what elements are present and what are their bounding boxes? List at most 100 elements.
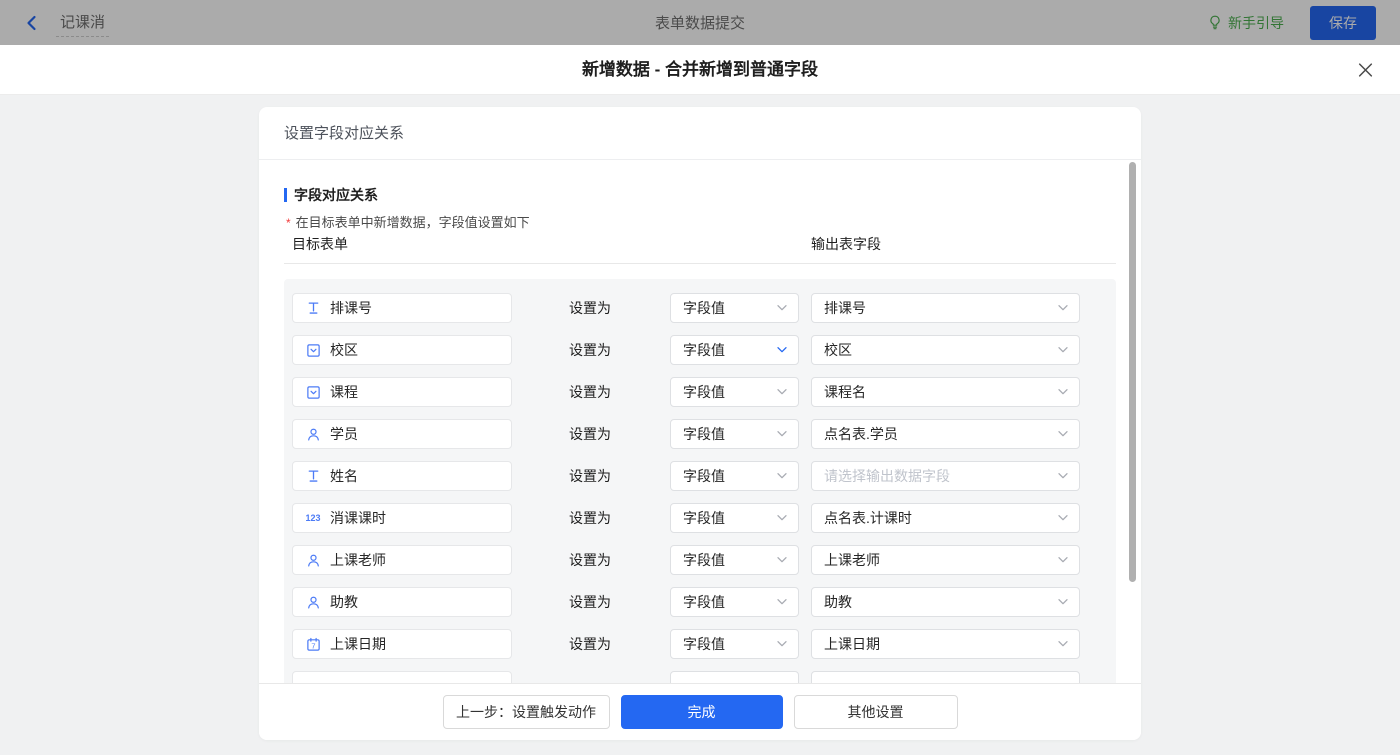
action-label: 设置为 bbox=[569, 634, 611, 654]
action-label: 设置为 bbox=[569, 424, 611, 444]
value-type-select[interactable]: 字段值 bbox=[670, 545, 799, 575]
column-headers: 目标表单 输出表字段 bbox=[284, 231, 1116, 264]
field-label: 校区 bbox=[330, 340, 358, 360]
mapping-row: 排课号 设置为 字段值 排课号 bbox=[292, 293, 1116, 323]
field-label: 消课课时 bbox=[330, 508, 386, 528]
output-field-select[interactable]: 课程名 bbox=[811, 377, 1080, 407]
lightbulb-icon bbox=[1208, 15, 1222, 30]
beginner-guide-link[interactable]: 新手引导 bbox=[1208, 13, 1284, 33]
mapping-row: 123 消课课时 设置为 字段值 点名表.计课时 bbox=[292, 503, 1116, 533]
target-field-box: 学员 bbox=[292, 419, 512, 449]
output-field-label: 点名表.学员 bbox=[824, 424, 898, 444]
close-icon[interactable] bbox=[1357, 61, 1374, 78]
chevron-left-icon bbox=[24, 15, 38, 31]
text-icon bbox=[304, 468, 322, 484]
action-label: 设置为 bbox=[569, 550, 611, 570]
calendar-icon: 7 bbox=[304, 637, 322, 652]
output-field-select[interactable]: 排课号 bbox=[811, 293, 1080, 323]
target-field-box: 上课老师 bbox=[292, 545, 512, 575]
output-field-label: 点名表.计课时 bbox=[824, 508, 912, 528]
user-icon bbox=[304, 553, 322, 568]
chevron-down-icon bbox=[777, 641, 787, 648]
select-icon bbox=[304, 343, 322, 358]
value-type-select[interactable]: 字段值 bbox=[670, 419, 799, 449]
value-type-select[interactable]: 字段值 bbox=[670, 629, 799, 659]
scrollbar-thumb[interactable] bbox=[1129, 162, 1136, 582]
done-button[interactable]: 完成 bbox=[621, 695, 783, 729]
value-type-label: 字段值 bbox=[683, 466, 725, 486]
user-icon bbox=[304, 595, 322, 610]
output-field-select[interactable]: 请选择输出数据字段 bbox=[811, 461, 1080, 491]
value-type-select[interactable]: 字段值 bbox=[670, 461, 799, 491]
target-field-box: 排课号 bbox=[292, 293, 512, 323]
section-title: 字段对应关系 bbox=[294, 185, 378, 205]
output-field-select[interactable]: 上课日期 bbox=[811, 629, 1080, 659]
output-field-select[interactable]: 上课老师 bbox=[811, 545, 1080, 575]
value-type-label: 字段值 bbox=[683, 340, 725, 360]
flow-name[interactable]: 记课消 bbox=[56, 9, 109, 37]
chevron-down-icon bbox=[1058, 515, 1068, 522]
chevron-down-icon bbox=[777, 347, 787, 354]
save-button[interactable]: 保存 bbox=[1310, 6, 1376, 40]
target-field-box: 7 上课日期 bbox=[292, 629, 512, 659]
output-field-select[interactable]: 校区 bbox=[811, 335, 1080, 365]
svg-text:7: 7 bbox=[311, 641, 315, 650]
action-label: 设置为 bbox=[569, 382, 611, 402]
field-label: 排课号 bbox=[330, 298, 372, 318]
target-field-box bbox=[292, 671, 512, 683]
output-field-select[interactable]: 点名表.计课时 bbox=[811, 503, 1080, 533]
target-field-box: 123 消课课时 bbox=[292, 503, 512, 533]
field-label: 上课老师 bbox=[330, 550, 386, 570]
mapping-row: 姓名 设置为 字段值 请选择输出数据字段 bbox=[292, 461, 1116, 491]
user-icon bbox=[304, 427, 322, 442]
column-header-target-form: 目标表单 bbox=[292, 234, 348, 254]
back-button[interactable] bbox=[24, 15, 38, 31]
section-note-text: 在目标表单中新增数据，字段值设置如下 bbox=[296, 215, 530, 230]
number-icon: 123 bbox=[304, 513, 322, 523]
mapping-row: 学员 设置为 字段值 点名表.学员 bbox=[292, 419, 1116, 449]
value-type-select[interactable]: 字段值 bbox=[670, 377, 799, 407]
output-field-select[interactable] bbox=[811, 671, 1080, 683]
target-field-box: 校区 bbox=[292, 335, 512, 365]
value-type-label: 字段值 bbox=[683, 550, 725, 570]
target-field-box: 姓名 bbox=[292, 461, 512, 491]
panel-header: 设置字段对应关系 bbox=[259, 107, 1141, 160]
output-field-select[interactable]: 点名表.学员 bbox=[811, 419, 1080, 449]
chevron-down-icon bbox=[777, 473, 787, 480]
chevron-down-icon bbox=[777, 557, 787, 564]
value-type-select[interactable]: 字段值 bbox=[670, 587, 799, 617]
value-type-select[interactable] bbox=[670, 671, 799, 683]
chevron-down-icon bbox=[1058, 305, 1068, 312]
app-header: 记课消 表单数据提交 新手引导 保存 bbox=[0, 0, 1400, 45]
value-type-select[interactable]: 字段值 bbox=[670, 293, 799, 323]
mapping-row: 上课老师 设置为 字段值 上课老师 bbox=[292, 545, 1116, 575]
chevron-down-icon bbox=[1058, 599, 1068, 606]
output-field-label: 助教 bbox=[824, 592, 852, 612]
action-label: 设置为 bbox=[569, 508, 611, 528]
chevron-down-icon bbox=[777, 389, 787, 396]
target-field-box: 课程 bbox=[292, 377, 512, 407]
value-type-label: 字段值 bbox=[683, 634, 725, 654]
chevron-down-icon bbox=[777, 305, 787, 312]
value-type-select[interactable]: 字段值 bbox=[670, 335, 799, 365]
field-label: 上课日期 bbox=[330, 634, 386, 654]
column-header-output-fields: 输出表字段 bbox=[811, 234, 881, 254]
chevron-down-icon bbox=[777, 599, 787, 606]
field-mapping-panel: 设置字段对应关系 字段对应关系 *在目标表单中新增数据，字段值设置如下 目标表单… bbox=[259, 107, 1141, 740]
value-type-select[interactable]: 字段值 bbox=[670, 503, 799, 533]
value-type-label: 字段值 bbox=[683, 298, 725, 318]
field-label: 助教 bbox=[330, 592, 358, 612]
mapping-list: 排课号 设置为 字段值 排课号 校区 设置为 字段值 校区 bbox=[284, 279, 1116, 683]
previous-step-button[interactable]: 上一步：设置触发动作 bbox=[443, 695, 610, 729]
output-field-label: 排课号 bbox=[824, 298, 866, 318]
section-note: *在目标表单中新增数据，字段值设置如下 bbox=[284, 212, 1116, 231]
output-field-select[interactable]: 助教 bbox=[811, 587, 1080, 617]
modal-title-bar: 新增数据 - 合并新增到普通字段 bbox=[0, 45, 1400, 95]
chevron-down-icon bbox=[1058, 557, 1068, 564]
beginner-guide-label: 新手引导 bbox=[1228, 13, 1284, 33]
chevron-down-icon bbox=[1058, 431, 1068, 438]
other-settings-button[interactable]: 其他设置 bbox=[794, 695, 958, 729]
output-field-label: 校区 bbox=[824, 340, 852, 360]
value-type-label: 字段值 bbox=[683, 424, 725, 444]
mapping-row: 课程 设置为 字段值 课程名 bbox=[292, 377, 1116, 407]
